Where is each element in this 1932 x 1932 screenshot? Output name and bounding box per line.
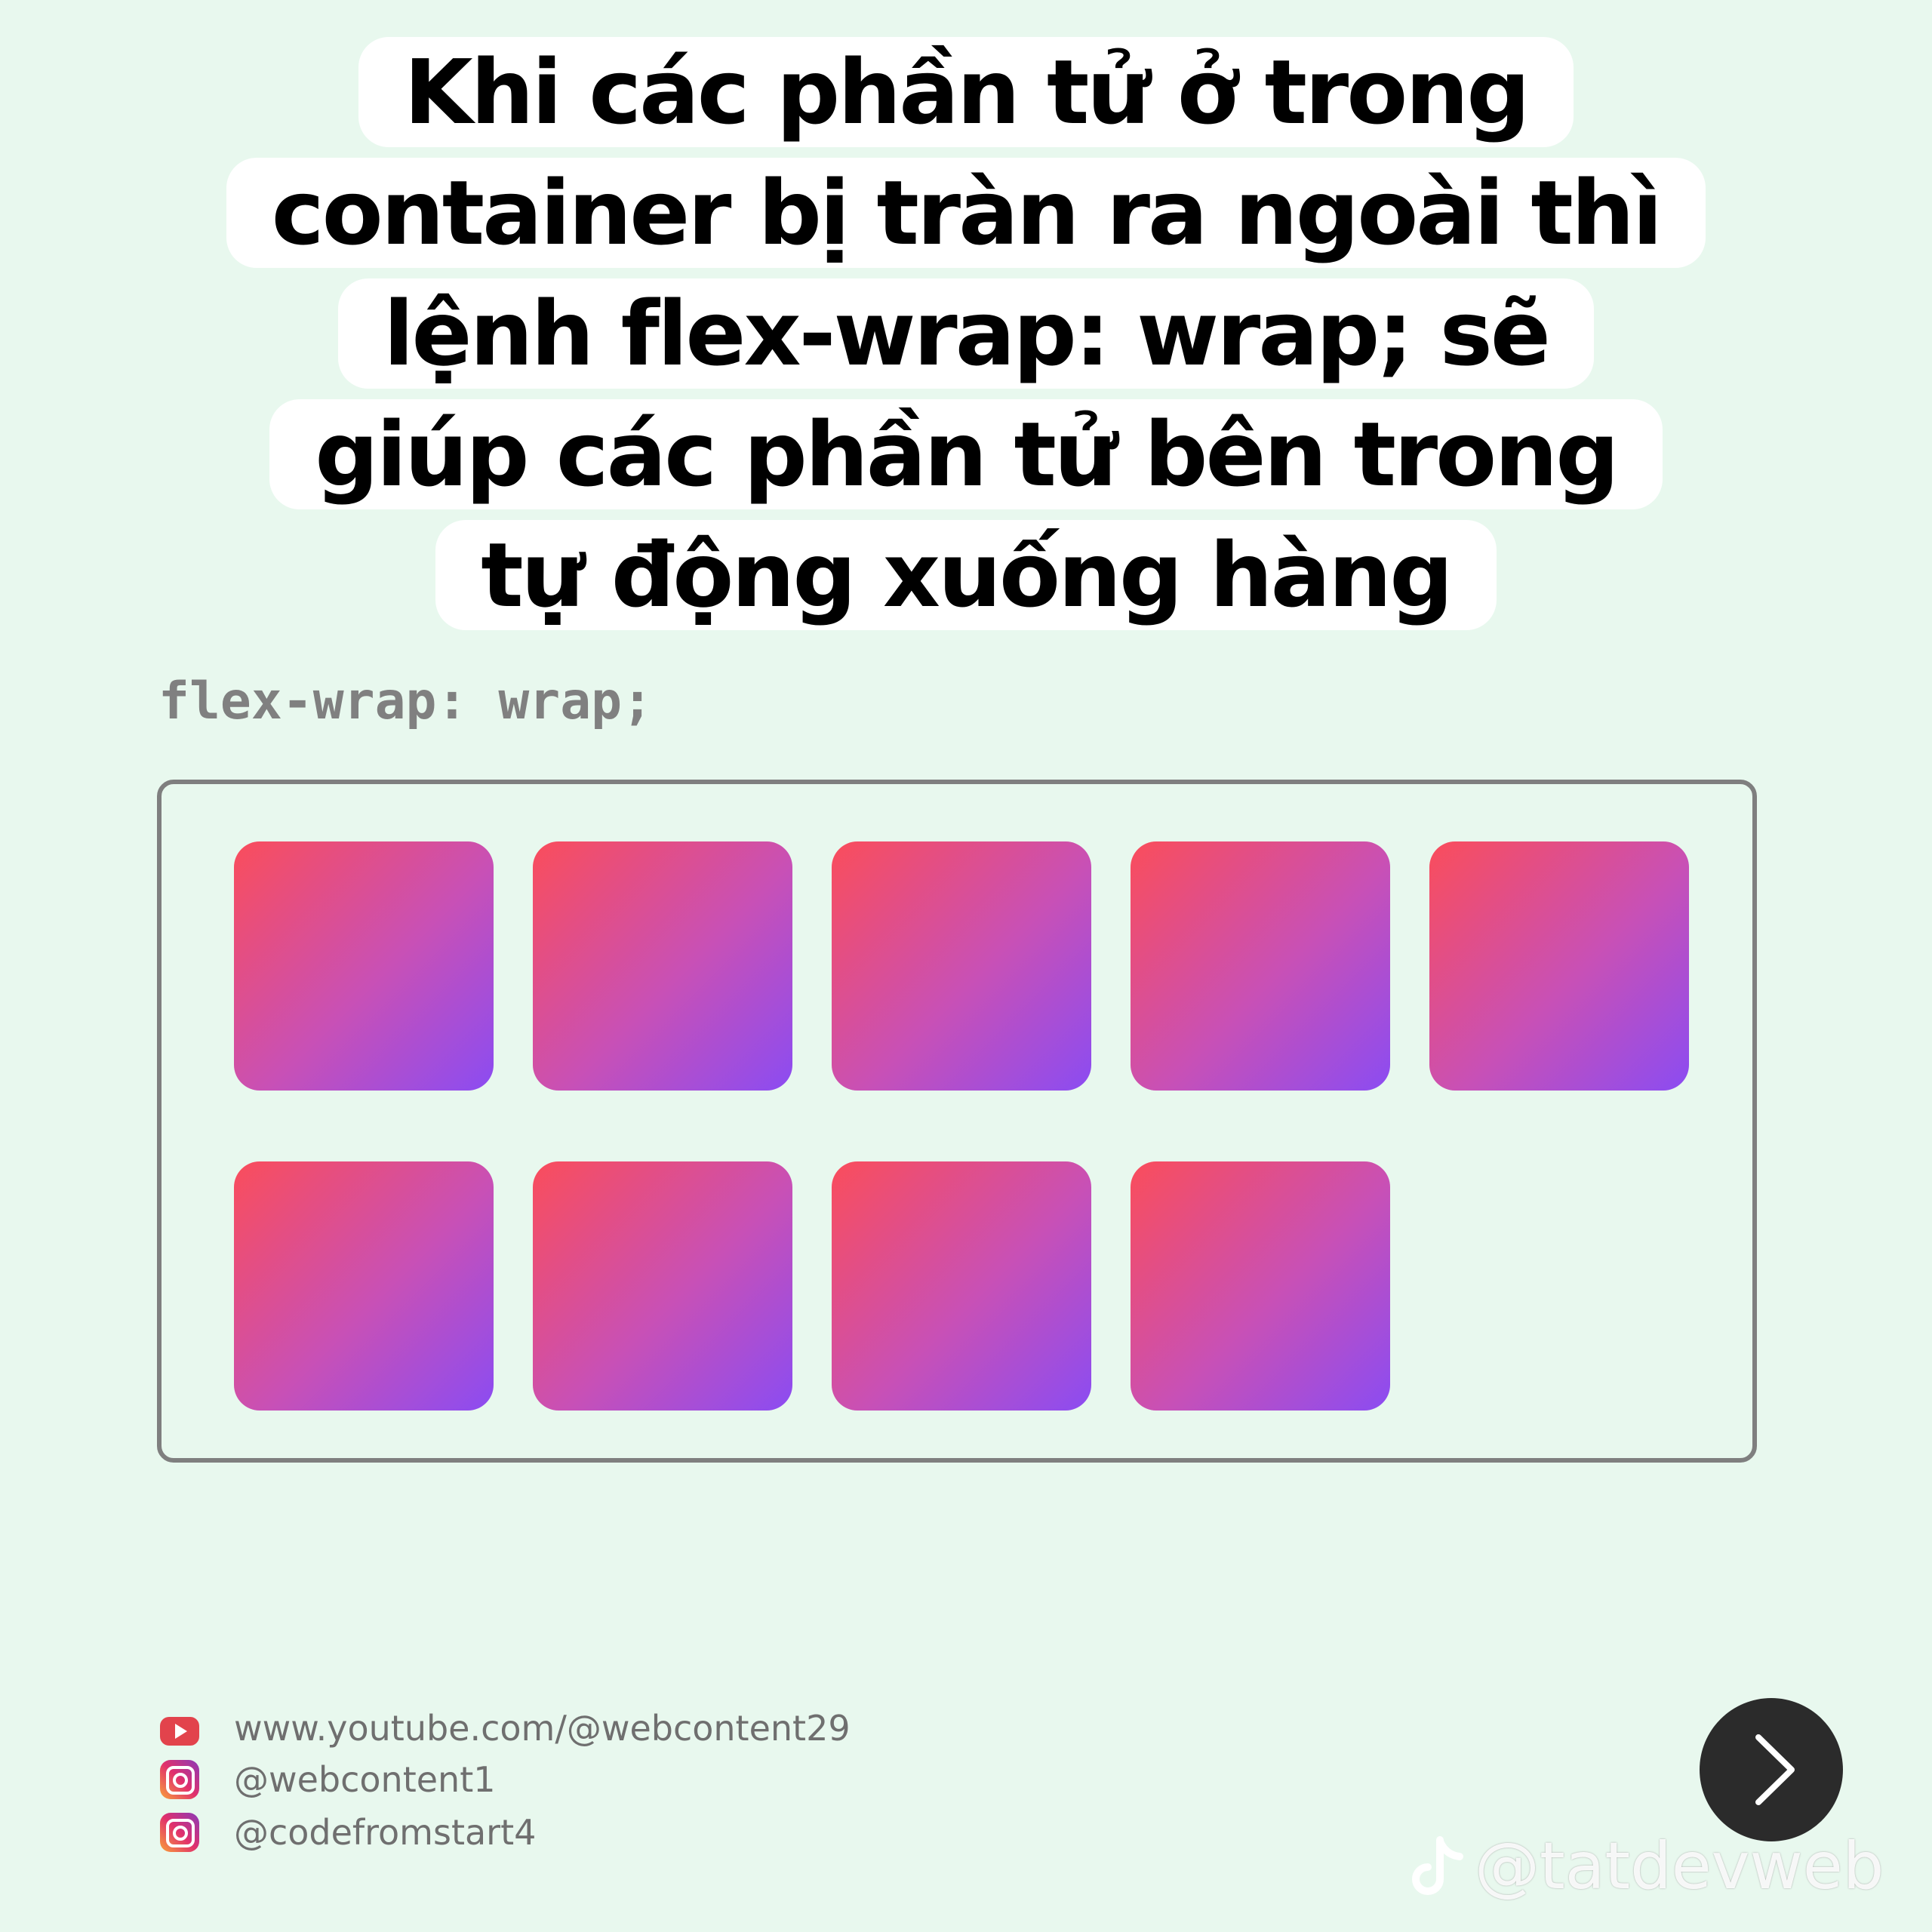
instagram-link-codefromstart4[interactable]: @codefromstart4 <box>160 1810 536 1855</box>
instagram-icon <box>160 1813 199 1852</box>
flex-item <box>234 1161 494 1411</box>
flex-item <box>234 841 494 1091</box>
caption-line: lệnh flex-wrap: wrap; sẽ <box>0 273 1932 394</box>
caption-line: giúp các phần tử bên trong <box>0 394 1932 515</box>
caption-line: Khi các phần tử ở trong <box>0 32 1932 152</box>
flex-item <box>533 841 792 1091</box>
caption-line: tự động xuống hàng <box>0 515 1932 635</box>
flex-container <box>157 780 1757 1463</box>
flex-item <box>832 1161 1091 1411</box>
flex-item <box>1131 841 1390 1091</box>
flex-item <box>832 841 1091 1091</box>
instagram-icon <box>160 1760 199 1799</box>
youtube-icon <box>160 1716 199 1746</box>
instagram-link-text: @codefromstart4 <box>234 1812 537 1853</box>
youtube-link[interactable]: www.youtube.com/@webcontent29 <box>160 1706 851 1751</box>
chevron-right-icon <box>1755 1734 1795 1805</box>
instagram-link-text: @webcontent1 <box>234 1759 496 1800</box>
instagram-link-webcontent1[interactable]: @webcontent1 <box>160 1757 496 1802</box>
next-button[interactable] <box>1700 1698 1843 1841</box>
code-label: flex-wrap: wrap; <box>158 672 654 731</box>
caption-line: container bị tràn ra ngoài thì <box>0 152 1932 273</box>
flex-item <box>533 1161 792 1411</box>
youtube-link-text: www.youtube.com/@webcontent29 <box>234 1708 851 1749</box>
watermark-text: @tatdevweb <box>1475 1829 1884 1904</box>
tiktok-icon <box>1412 1836 1463 1895</box>
watermark: @tatdevweb <box>1408 1825 1884 1908</box>
flex-item <box>1429 841 1689 1091</box>
flex-item <box>1131 1161 1390 1411</box>
